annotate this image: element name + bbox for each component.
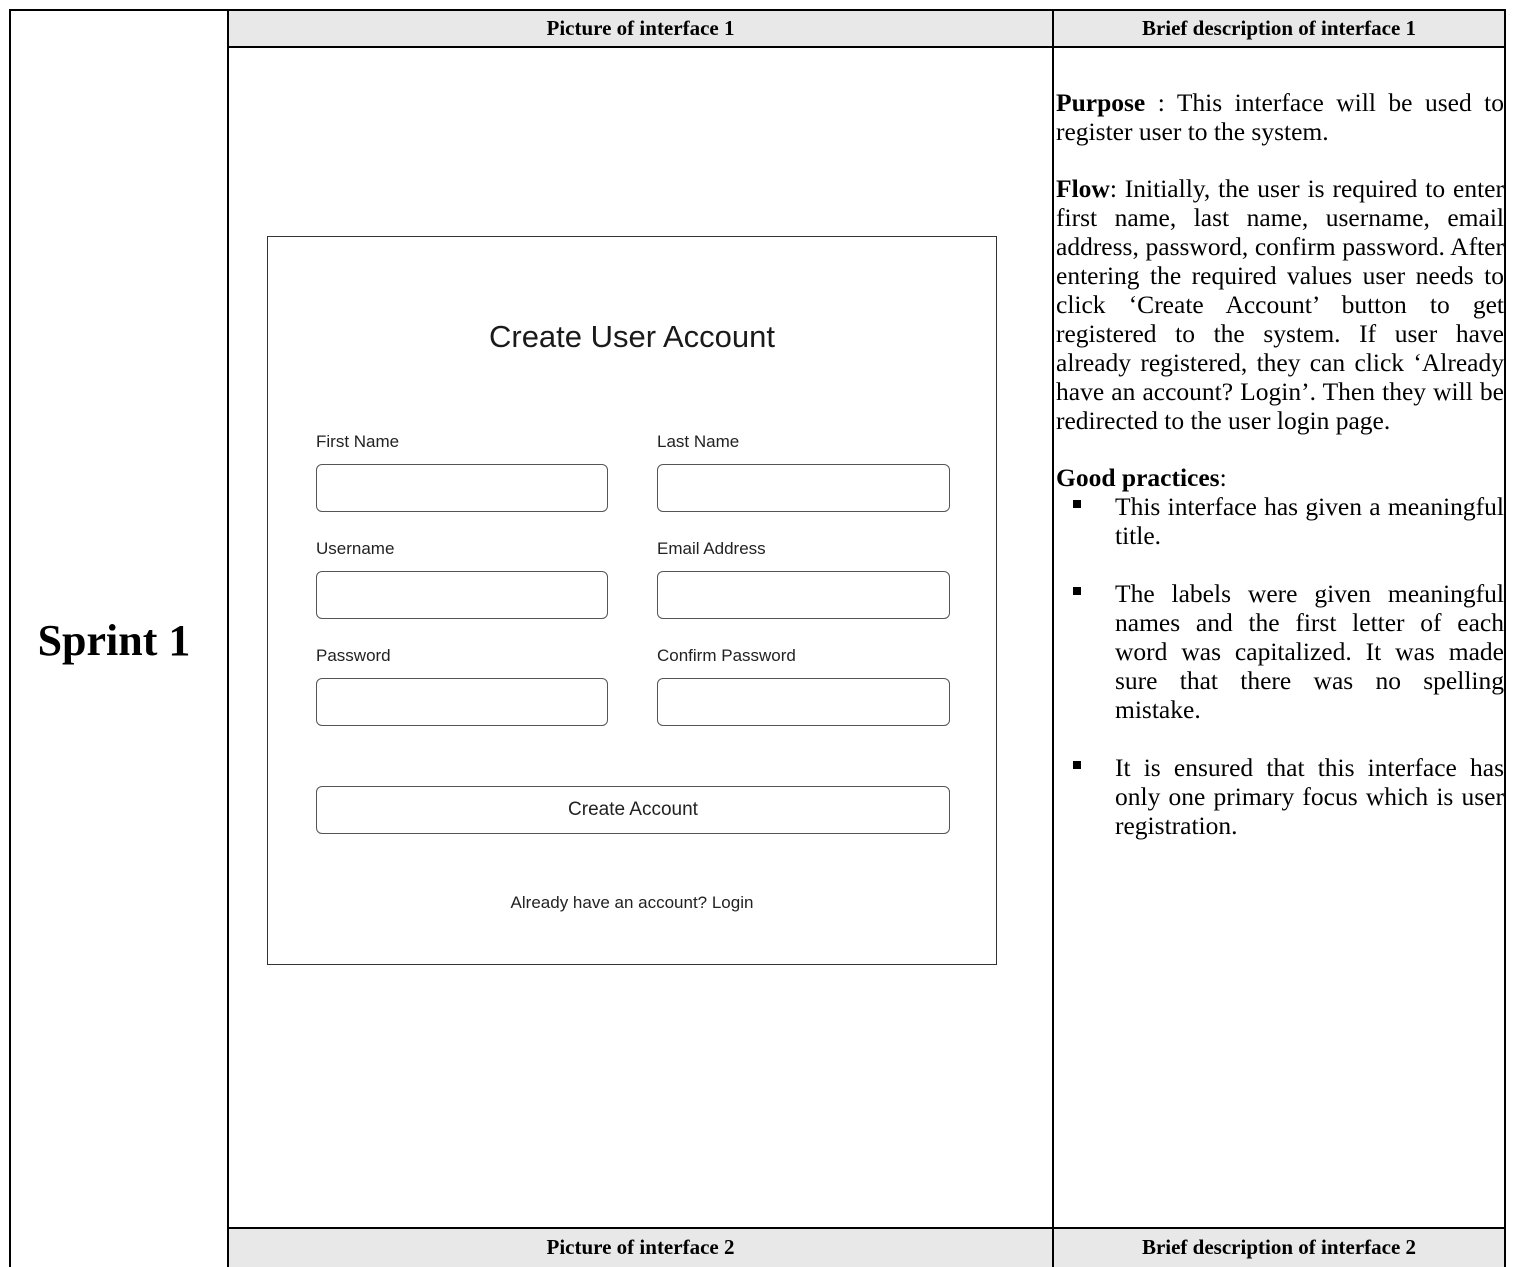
create-account-button[interactable]: Create Account — [316, 786, 950, 834]
list-item: This interface has given a meaningful ti… — [1056, 492, 1504, 550]
header-picture-1: Picture of interface 1 — [228, 10, 1053, 47]
interface-description: Purpose : This interface will be used to… — [1056, 88, 1504, 869]
square-bullet-icon — [1073, 587, 1081, 595]
good-practices-list: This interface has given a meaningful ti… — [1056, 492, 1504, 840]
purpose-label: Purpose — [1056, 88, 1146, 117]
practice-text: This interface has given a meaningful ti… — [1115, 492, 1504, 550]
create-account-mockup: Create User Account First Name Last Name… — [267, 236, 997, 965]
header-picture-2: Picture of interface 2 — [228, 1228, 1053, 1267]
username-label: Username — [316, 539, 395, 558]
last-name-label: Last Name — [657, 432, 740, 451]
list-item: The labels were given meaningful names a… — [1056, 579, 1504, 724]
email-input[interactable] — [657, 571, 950, 619]
username-input[interactable] — [316, 571, 608, 619]
practice-text: The labels were given meaningful names a… — [1115, 579, 1504, 724]
good-practices-heading: Good practices: — [1056, 463, 1504, 492]
first-name-label: First Name — [316, 432, 400, 451]
square-bullet-icon — [1073, 500, 1081, 508]
first-name-input[interactable] — [316, 464, 608, 512]
purpose-paragraph: Purpose : This interface will be used to… — [1056, 88, 1504, 146]
good-practices-colon: : — [1219, 463, 1227, 492]
header-description-2: Brief description of interface 2 — [1053, 1228, 1505, 1267]
table-divider-columns — [1052, 9, 1054, 1267]
flow-label: Flow — [1056, 174, 1110, 203]
sprint-label: Sprint 1 — [37, 615, 191, 665]
square-bullet-icon — [1073, 761, 1081, 769]
table-row-line-1 — [227, 46, 1506, 48]
confirm-password-input[interactable] — [657, 678, 950, 726]
last-name-input[interactable] — [657, 464, 950, 512]
password-input[interactable] — [316, 678, 608, 726]
list-item: It is ensured that this interface has on… — [1056, 753, 1504, 840]
confirm-password-label: Confirm Password — [657, 646, 796, 665]
password-label: Password — [316, 646, 391, 665]
email-label: Email Address — [657, 539, 766, 558]
table-border-top — [9, 9, 1506, 11]
table-border-right — [1504, 9, 1506, 1267]
flow-text: : Initially, the user is required to ent… — [1056, 174, 1504, 435]
practice-text: It is ensured that this interface has on… — [1115, 753, 1504, 840]
good-practices-label: Good practices — [1056, 463, 1220, 492]
header-description-1: Brief description of interface 1 — [1053, 10, 1505, 47]
login-link[interactable]: Already have an account? Login — [268, 893, 996, 913]
table-row-line-2 — [227, 1227, 1506, 1229]
flow-paragraph: Flow: Initially, the user is required to… — [1056, 174, 1504, 435]
mockup-title: Create User Account — [488, 319, 776, 354]
